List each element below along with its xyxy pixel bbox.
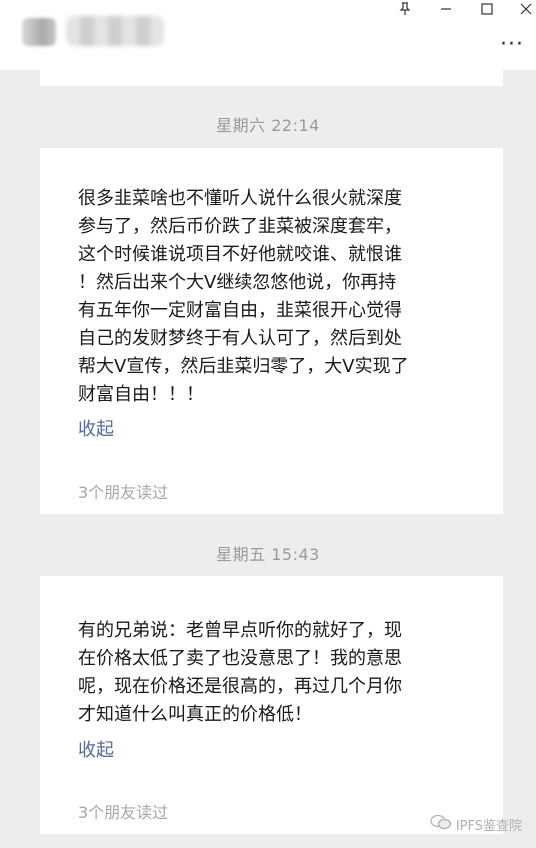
timestamp: 星期六 22:14	[216, 116, 320, 135]
message-card: 有的兄弟说：老曾早点听你的就好了，现 在价格太低了卖了也没意思了！我的意思 呢，…	[40, 576, 503, 834]
message-text: 有的兄弟说：老曾早点听你的就好了，现 在价格太低了卖了也没意思了！我的意思 呢，…	[78, 620, 402, 725]
watermark-text: IPFS鉴查院	[455, 818, 522, 834]
collapse-link[interactable]: 收起	[78, 415, 114, 441]
wechat-icon	[430, 814, 452, 834]
more-dots-icon[interactable]: ···	[500, 34, 524, 56]
timestamp: 星期五 15:43	[216, 545, 320, 564]
read-status: 3个朋友读过	[78, 483, 169, 502]
message-card: 很多韭菜啥也不懂听人说什么很火就深度 参与了，然后币价跌了韭菜被深度套牢， 这个…	[40, 148, 503, 514]
watermark: IPFS鉴查院	[430, 814, 522, 834]
pin-icon[interactable]	[390, 0, 420, 18]
message-card-previous	[40, 68, 503, 86]
read-status: 3个朋友读过	[78, 803, 169, 822]
close-icon[interactable]	[511, 0, 536, 18]
collapse-link[interactable]: 收起	[78, 736, 114, 762]
minimize-icon[interactable]	[431, 0, 461, 18]
maximize-icon[interactable]	[472, 0, 502, 18]
message-text: 很多韭菜啥也不懂听人说什么很火就深度 参与了，然后币价跌了韭菜被深度套牢， 这个…	[78, 188, 409, 405]
title-bar: ···	[0, 0, 536, 70]
avatar[interactable]	[22, 18, 56, 46]
chat-name-blurred	[66, 16, 164, 46]
